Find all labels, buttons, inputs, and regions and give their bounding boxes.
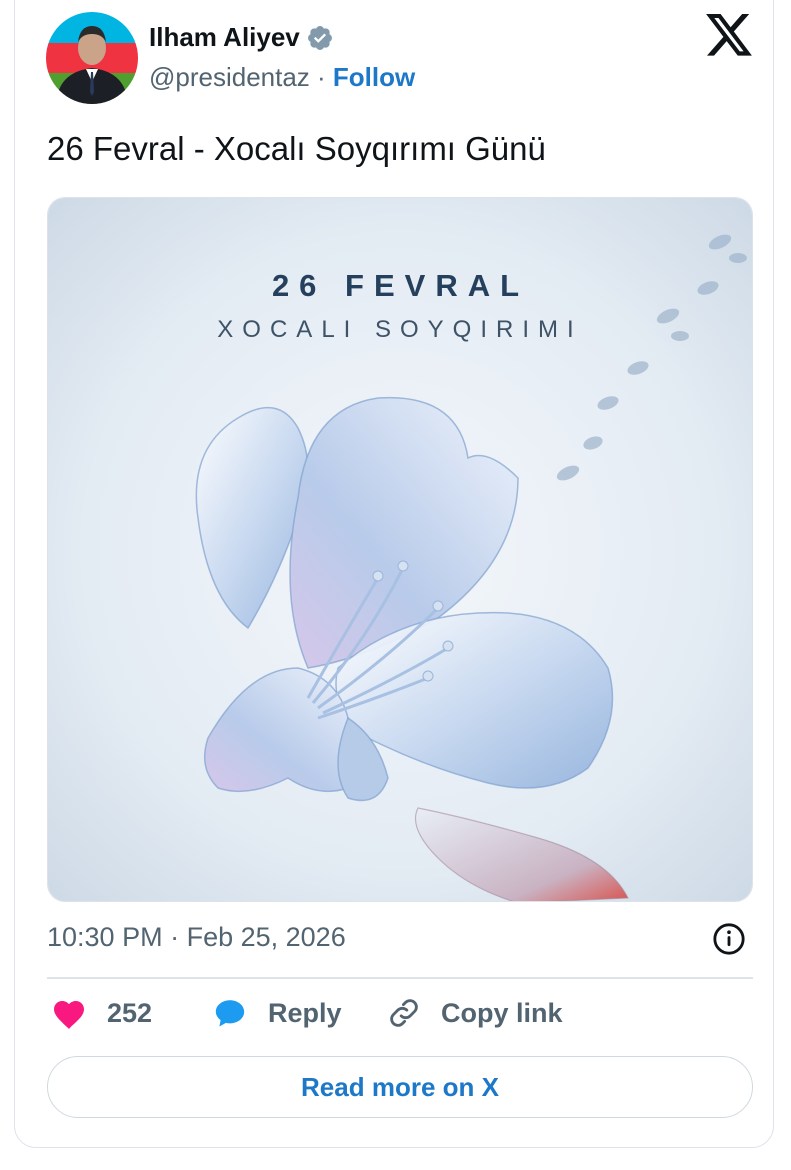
tweet-time[interactable]: 10:30 PM <box>47 922 163 952</box>
timestamp-separator: · <box>162 922 187 952</box>
avatar[interactable] <box>46 12 138 104</box>
avatar-image <box>46 12 138 104</box>
divider <box>47 977 753 979</box>
info-icon[interactable] <box>712 922 746 956</box>
author-name[interactable]: Ilham Aliyev <box>149 22 300 53</box>
reply-bubble-icon <box>215 1000 245 1027</box>
author-name-row[interactable]: Ilham Aliyev <box>149 22 334 53</box>
copy-link-button[interactable]: Copy link <box>387 996 563 1030</box>
like-count: 252 <box>107 997 153 1028</box>
reply-button[interactable]: Reply <box>212 996 342 1030</box>
media-title: 26 FEVRAL <box>271 268 530 303</box>
follow-button[interactable]: Follow <box>333 62 415 92</box>
handle-separator: · <box>309 62 333 92</box>
x-logo-icon[interactable] <box>706 14 752 56</box>
heart-icon <box>54 1001 84 1029</box>
tweet-timestamp[interactable]: 10:30 PM · Feb 25, 2026 <box>47 922 346 953</box>
link-icon <box>390 999 418 1027</box>
tweet-date[interactable]: Feb 25, 2026 <box>187 922 346 952</box>
tweet-text: 26 Fevral - Xocalı Soyqırımı Günü <box>47 130 546 167</box>
verified-badge-icon <box>307 25 332 50</box>
reply-label: Reply <box>268 997 342 1028</box>
like-button[interactable]: 252 <box>51 996 152 1030</box>
author-handle[interactable]: @presidentaz <box>149 62 310 92</box>
handle-row: @presidentaz · Follow <box>149 62 415 93</box>
copy-link-label: Copy link <box>441 997 563 1028</box>
read-more-button[interactable]: Read more on X <box>47 1056 753 1118</box>
media-subtitle: XOCALI SOYQIRIMI <box>217 316 583 343</box>
